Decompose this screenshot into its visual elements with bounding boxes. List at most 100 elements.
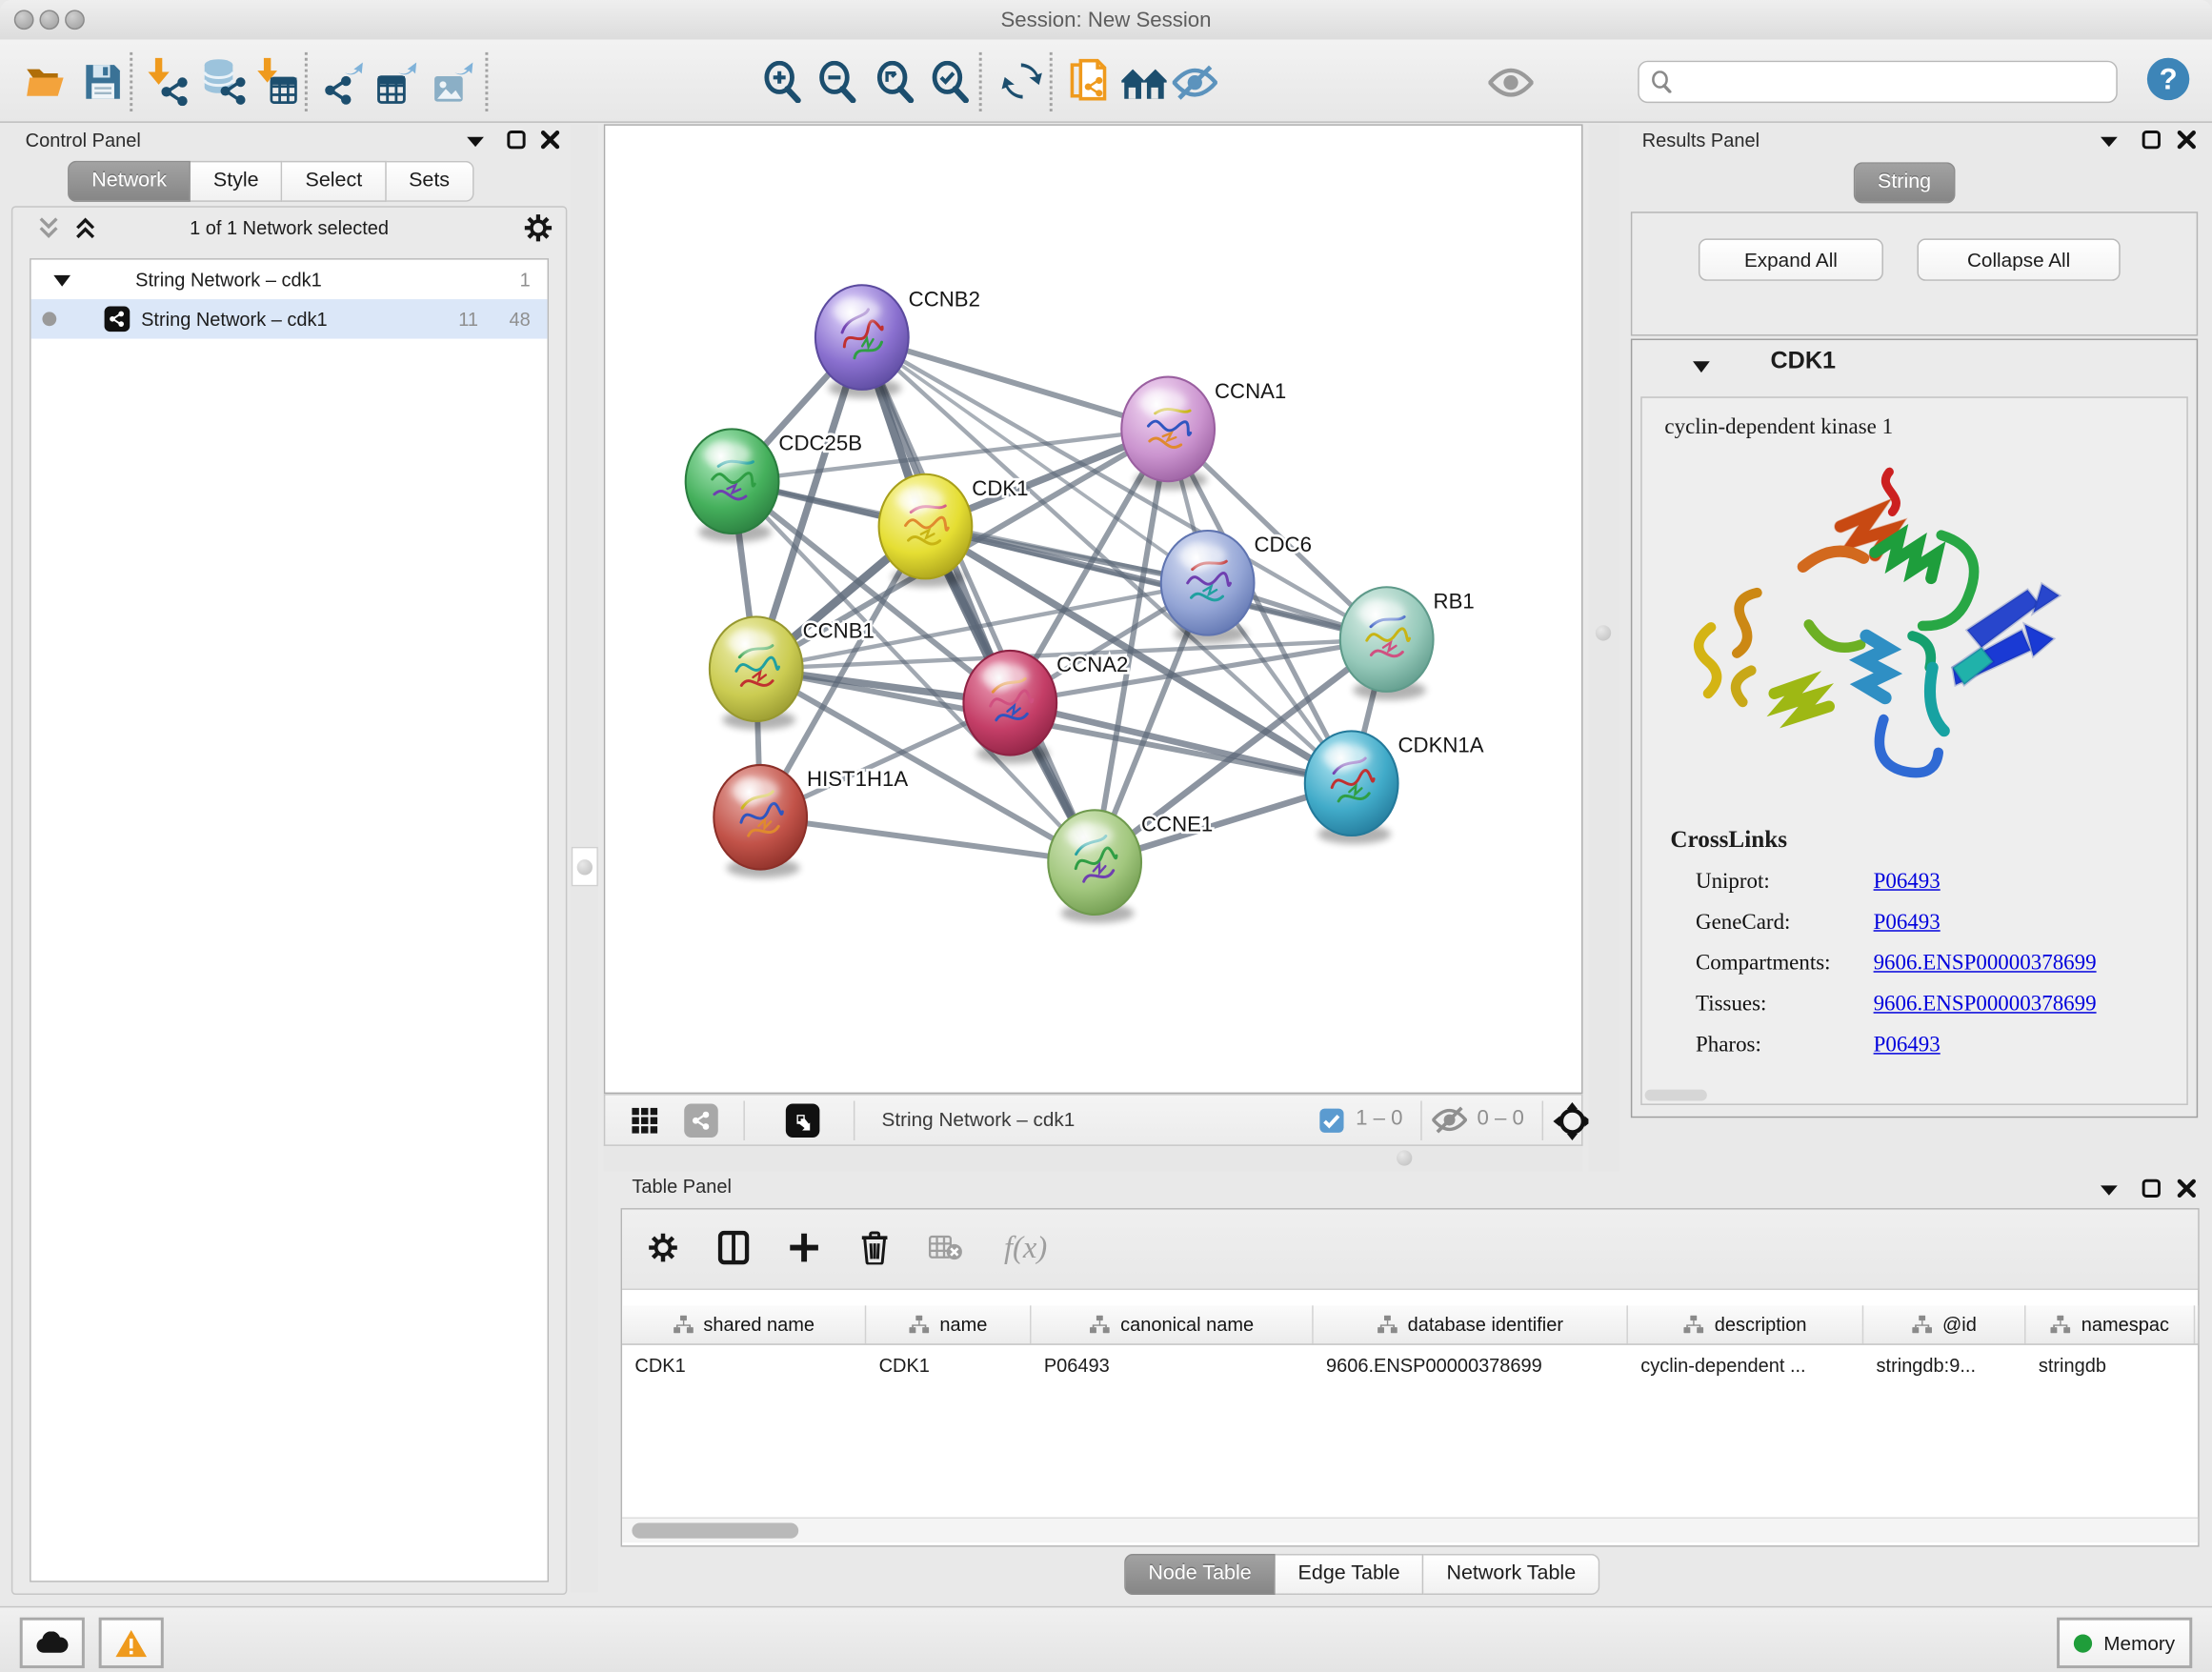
import-network-database-icon[interactable] [197, 55, 251, 109]
column-header-canonical-name[interactable]: canonical name [1032, 1305, 1314, 1343]
tab-sets[interactable]: Sets [386, 161, 473, 202]
column-header--id[interactable]: @id [1863, 1305, 2025, 1343]
selected-checkbox-icon[interactable] [1319, 1108, 1345, 1134]
hide-results-panel-icon[interactable] [1168, 55, 1221, 109]
network-node-CDKN1A[interactable]: CDKN1A [1305, 731, 1484, 844]
help-icon[interactable]: ? [2142, 52, 2195, 106]
right-splitter-handle[interactable] [1596, 625, 1611, 640]
export-table-icon[interactable] [372, 55, 426, 109]
table-settings-gear-icon[interactable] [639, 1223, 687, 1271]
column-header-namespac[interactable]: namespac [2026, 1305, 2196, 1343]
export-image-icon[interactable] [429, 55, 482, 109]
control-panel-maximize-icon[interactable] [507, 130, 527, 150]
network-edge[interactable] [760, 817, 1095, 862]
results-panel-float-icon[interactable] [2100, 134, 2120, 149]
import-network-file-icon[interactable] [141, 55, 194, 109]
table-cell[interactable]: cyclin-dependent ... [1628, 1354, 1863, 1375]
crosslink-value-link[interactable]: P06493 [1874, 870, 1941, 896]
zoom-out-icon[interactable] [811, 55, 864, 109]
column-header-name[interactable]: name [866, 1305, 1031, 1343]
results-hscroll-thumb[interactable] [1645, 1090, 1707, 1101]
network-node-CCNB2[interactable]: CCNB2 [815, 285, 980, 398]
left-splitter[interactable] [570, 124, 598, 1592]
save-session-icon[interactable] [76, 55, 130, 109]
network-node-RB1[interactable]: RB1 [1340, 587, 1475, 700]
duplicate-network-icon[interactable] [1064, 55, 1117, 109]
grid-view-icon[interactable] [631, 1106, 659, 1135]
right-splitter[interactable] [1588, 124, 1619, 1171]
toolbar-search[interactable] [1638, 61, 2117, 103]
network-row[interactable]: String Network – cdk1 11 48 [31, 299, 548, 338]
crosslink-value-link[interactable]: 9606.ENSP00000378699 [1874, 951, 2097, 977]
apply-layout-icon[interactable] [995, 55, 1049, 109]
control-panel-float-icon[interactable] [466, 134, 486, 149]
pan-crosshair-icon[interactable] [1553, 1102, 1591, 1140]
table-cell[interactable]: CDK1 [622, 1354, 866, 1375]
expand-all-button[interactable]: Expand All [1699, 238, 1883, 280]
column-type-icon [1683, 1316, 1704, 1334]
table-cell[interactable]: 9606.ENSP00000378699 [1314, 1354, 1628, 1375]
crosslink-value-link[interactable]: P06493 [1874, 1033, 1941, 1058]
table-panel-float-icon[interactable] [2100, 1182, 2120, 1197]
column-header-shared-name[interactable]: shared name [622, 1305, 866, 1343]
table-panel-close-icon[interactable] [2177, 1178, 2197, 1199]
tab-network-table[interactable]: Network Table [1424, 1554, 1600, 1595]
table-cell[interactable]: stringdb [2026, 1354, 2196, 1375]
zoom-selected-icon[interactable] [924, 55, 977, 109]
table-panel-maximize-icon[interactable] [2142, 1178, 2162, 1199]
tree-expand-icon[interactable] [53, 273, 70, 286]
table-row[interactable]: CDK1CDK1P064939606.ENSP00000378699cyclin… [622, 1345, 2198, 1384]
toolbar-separator [305, 52, 308, 111]
zoom-fit-icon[interactable] [869, 55, 922, 109]
tab-network[interactable]: Network [68, 161, 191, 202]
column-header-database-identifier[interactable]: database identifier [1314, 1305, 1628, 1343]
tab-string[interactable]: String [1854, 162, 1955, 203]
table-hscroll-thumb[interactable] [632, 1522, 798, 1538]
table-hscrollbar[interactable] [622, 1518, 2198, 1543]
crosslink-value-link[interactable]: 9606.ENSP00000378699 [1874, 992, 2097, 1017]
search-input[interactable] [1681, 70, 2116, 95]
table-cell[interactable]: P06493 [1032, 1354, 1314, 1375]
control-panel-close-icon[interactable] [540, 130, 560, 150]
tab-edge-table[interactable]: Edge Table [1276, 1554, 1424, 1595]
tab-node-table[interactable]: Node Table [1124, 1554, 1276, 1595]
collapse-all-button[interactable]: Collapse All [1917, 238, 2120, 280]
memory-button[interactable]: Memory [2057, 1618, 2192, 1668]
show-columns-icon[interactable] [710, 1223, 757, 1271]
warnings-button[interactable] [99, 1618, 164, 1668]
column-header-description[interactable]: description [1628, 1305, 1863, 1343]
left-splitter-handle[interactable] [572, 847, 598, 886]
cloud-status-button[interactable] [20, 1618, 85, 1668]
tab-style[interactable]: Style [191, 161, 283, 202]
title-bar[interactable]: Session: New Session [0, 0, 2212, 41]
table-cell[interactable]: stringdb:9... [1863, 1354, 2025, 1375]
result-collapse-icon[interactable] [1693, 360, 1710, 373]
network-node-CDK1[interactable]: CDK1 [879, 474, 1029, 588]
export-network-icon[interactable] [319, 55, 372, 109]
results-panel-maximize-icon[interactable] [2142, 130, 2162, 150]
network-node-CCNA1[interactable]: CCNA1 [1121, 377, 1286, 491]
add-column-icon[interactable] [780, 1223, 828, 1271]
network-panel-gear-icon[interactable] [523, 213, 553, 243]
column-type-icon [909, 1316, 930, 1334]
zoom-in-icon[interactable] [756, 55, 810, 109]
table-cell[interactable]: CDK1 [866, 1354, 1031, 1375]
crosslink-label: Compartments: [1696, 951, 1874, 977]
crosslink-value-link[interactable]: P06493 [1874, 911, 1941, 937]
results-panel-close-icon[interactable] [2177, 130, 2197, 150]
network-collection-row[interactable]: String Network – cdk1 1 [31, 260, 548, 299]
horizontal-splitter[interactable] [604, 1146, 1583, 1172]
import-table-icon[interactable] [251, 55, 305, 109]
tab-select[interactable]: Select [283, 161, 387, 202]
open-session-icon[interactable] [20, 55, 73, 109]
table-header-row[interactable]: shared namenamecanonical namedatabase id… [622, 1305, 2198, 1344]
delete-column-icon[interactable] [851, 1223, 898, 1271]
network-node-CDC6[interactable]: CDC6 [1161, 531, 1312, 644]
birdseye-toggle-icon[interactable] [786, 1103, 820, 1138]
network-node-CCNE1[interactable]: CCNE1 [1048, 810, 1213, 923]
share-view-icon[interactable] [684, 1103, 718, 1138]
stringapp-home-icon[interactable] [1117, 55, 1171, 109]
network-canvas[interactable]: CCNB2CCNA1CDC25BCDK1CDC6RB1CCNB1CCNA2CDK… [604, 124, 1583, 1094]
horizontal-splitter-handle[interactable] [1397, 1150, 1412, 1165]
hidden-count: 0 – 0 [1477, 1106, 1523, 1130]
